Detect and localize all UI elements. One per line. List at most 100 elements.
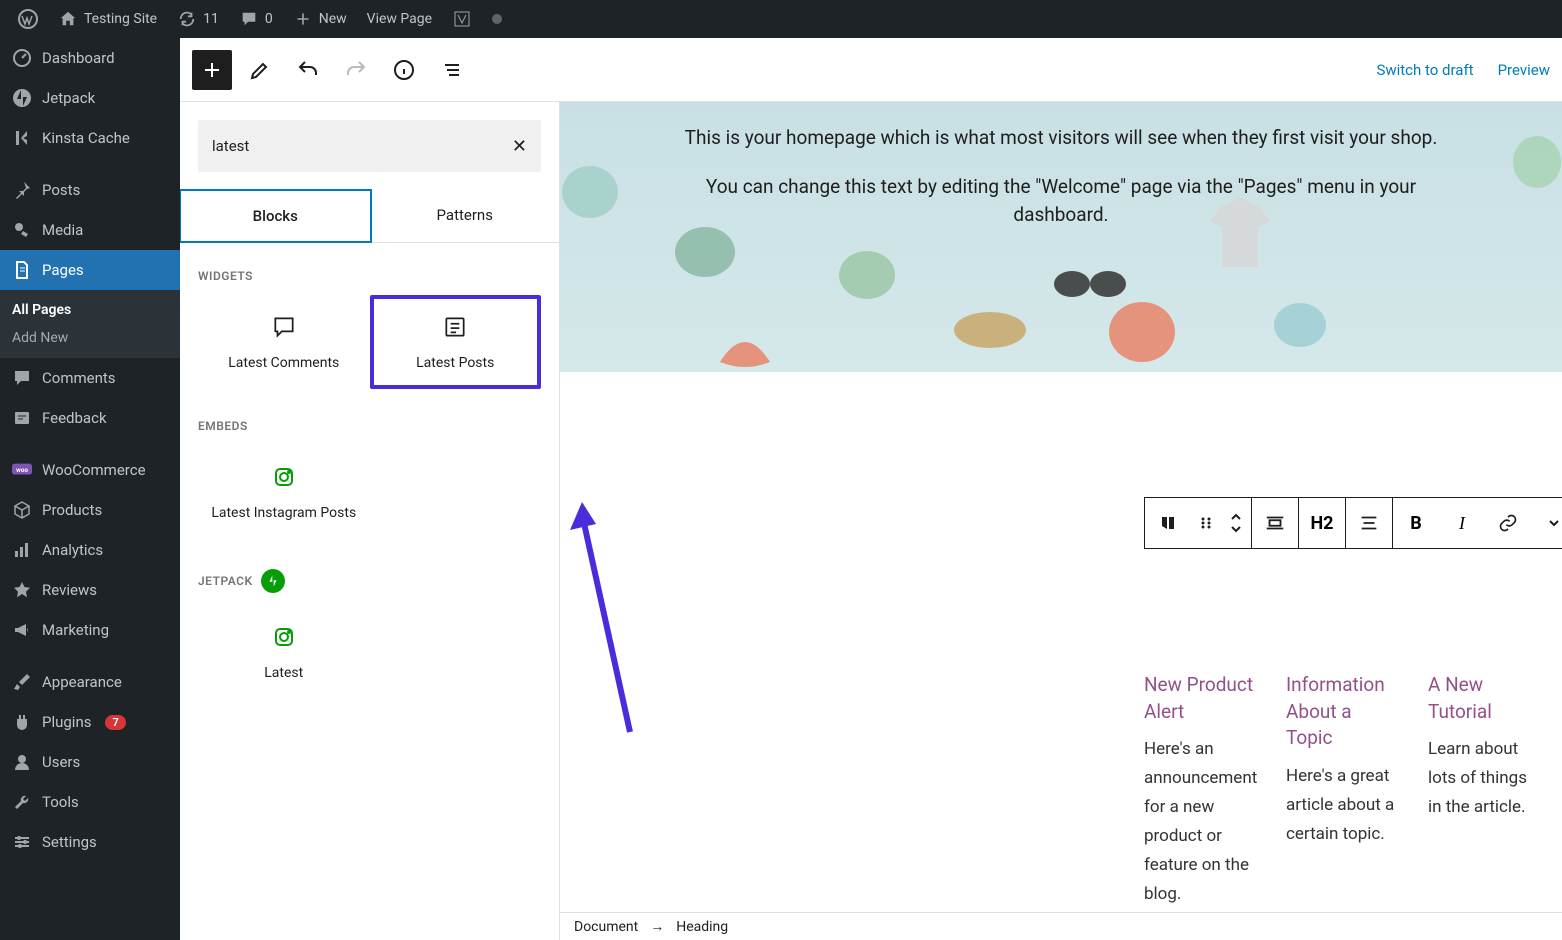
- editor-canvas[interactable]: This is your homepage which is what most…: [560, 102, 1562, 940]
- tab-patterns[interactable]: Patterns: [371, 190, 560, 242]
- category-embeds: EMBEDS: [198, 419, 541, 433]
- tab-blocks[interactable]: Blocks: [180, 189, 372, 243]
- hero-section: This is your homepage which is what most…: [560, 102, 1562, 372]
- align-button[interactable]: [1252, 498, 1298, 548]
- editor-toolbar: Switch to draft Preview: [180, 38, 1562, 102]
- plugin-icon: [12, 712, 32, 732]
- more-rich-button[interactable]: [1531, 498, 1562, 548]
- sidebar-item-pages[interactable]: Pages: [0, 250, 180, 290]
- kinsta-icon: [12, 128, 32, 148]
- yoast-icon[interactable]: [442, 0, 482, 38]
- posts-list-icon: [441, 313, 469, 341]
- block-breadcrumb: Document → Heading: [560, 912, 1562, 940]
- block-toolbar: H2 B I: [1144, 497, 1562, 549]
- link-button[interactable]: [1485, 498, 1531, 548]
- undo-button[interactable]: [288, 50, 328, 90]
- comment-count: 0: [265, 11, 273, 27]
- sidebar-item-kinsta[interactable]: Kinsta Cache: [0, 118, 180, 158]
- bold-button[interactable]: B: [1393, 498, 1439, 548]
- submenu-all-pages[interactable]: All Pages: [0, 296, 180, 324]
- submenu-add-new[interactable]: Add New: [0, 324, 180, 352]
- comment-icon: [239, 9, 259, 29]
- block-jetpack-latest[interactable]: Latest: [198, 605, 370, 699]
- block-inserter-panel: ✕ Blocks Patterns WIDGETS Latest Comment…: [180, 102, 560, 940]
- block-latest-posts[interactable]: Latest Posts: [370, 295, 542, 389]
- status-dot[interactable]: [482, 0, 512, 38]
- block-latest-comments[interactable]: Latest Comments: [198, 295, 370, 389]
- dashboard-icon: [12, 48, 32, 68]
- home-icon: [58, 9, 78, 29]
- sidebar-item-marketing[interactable]: Marketing: [0, 610, 180, 650]
- heading-level-button[interactable]: H2: [1299, 498, 1345, 548]
- deco-hoodie3-icon: [1105, 297, 1180, 367]
- products-icon: [12, 500, 32, 520]
- sidebar-item-posts[interactable]: Posts: [0, 170, 180, 210]
- site-name-link[interactable]: Testing Site: [48, 0, 167, 38]
- italic-button[interactable]: I: [1439, 498, 1485, 548]
- updates-link[interactable]: 11: [167, 0, 229, 38]
- jetpack-badge-icon: [261, 569, 285, 593]
- breadcrumb-sep: →: [650, 918, 664, 935]
- sidebar-item-jetpack[interactable]: Jetpack: [0, 78, 180, 118]
- instagram-icon: [270, 463, 298, 491]
- sidebar-item-woocommerce[interactable]: wooWooCommerce: [0, 450, 180, 490]
- sidebar-item-feedback[interactable]: Feedback: [0, 398, 180, 438]
- sidebar-item-appearance[interactable]: Appearance: [0, 662, 180, 702]
- admin-bar: Testing Site 11 0 New View Page: [0, 0, 1562, 38]
- preview-link[interactable]: Preview: [1498, 61, 1550, 79]
- plus-icon: [293, 9, 313, 29]
- wp-logo[interactable]: [8, 0, 48, 38]
- post-item[interactable]: A New TutorialLearn about lots of things…: [1428, 672, 1542, 909]
- status-circle-icon: [492, 14, 502, 24]
- admin-sidebar: Dashboard Jetpack Kinsta Cache Posts Med…: [0, 38, 180, 940]
- star-icon: [12, 580, 32, 600]
- new-link[interactable]: New: [283, 0, 357, 38]
- sidebar-item-plugins[interactable]: Plugins7: [0, 702, 180, 742]
- deco-shirt2-icon: [1270, 297, 1330, 352]
- list-view-button[interactable]: [432, 50, 472, 90]
- sidebar-item-settings[interactable]: Settings: [0, 822, 180, 862]
- sidebar-item-products[interactable]: Products: [0, 490, 180, 530]
- deco-hoodie4-icon: [1512, 132, 1562, 192]
- deco-belt-icon: [950, 302, 1030, 357]
- move-updown[interactable]: [1221, 498, 1251, 548]
- block-type-button[interactable]: [1145, 498, 1191, 548]
- block-search-input[interactable]: [212, 137, 512, 155]
- deco-beanie-icon: [710, 317, 780, 372]
- inserter-toggle-button[interactable]: [192, 50, 232, 90]
- post-item[interactable]: Information About a TopicHere's a great …: [1286, 672, 1400, 909]
- instagram-icon: [270, 623, 298, 651]
- plugin-update-badge: 7: [105, 715, 125, 730]
- sidebar-item-dashboard[interactable]: Dashboard: [0, 38, 180, 78]
- user-icon: [12, 752, 32, 772]
- redo-button[interactable]: [336, 50, 376, 90]
- clear-search-button[interactable]: ✕: [512, 136, 527, 157]
- category-widgets: WIDGETS: [198, 269, 541, 283]
- breadcrumb-document[interactable]: Document: [574, 919, 638, 935]
- hero-line1: This is your homepage which is what most…: [685, 124, 1438, 153]
- sidebar-item-tools[interactable]: Tools: [0, 782, 180, 822]
- edit-mode-button[interactable]: [240, 50, 280, 90]
- site-title: Testing Site: [84, 11, 157, 27]
- details-button[interactable]: [384, 50, 424, 90]
- update-icon: [177, 9, 197, 29]
- sidebar-item-reviews[interactable]: Reviews: [0, 570, 180, 610]
- drag-handle[interactable]: [1191, 498, 1221, 548]
- post-item[interactable]: New Product AlertHere's an announcement …: [1144, 672, 1258, 909]
- breadcrumb-heading[interactable]: Heading: [676, 919, 728, 935]
- block-search-box: ✕: [198, 120, 541, 172]
- hero-line2: You can change this text by editing the …: [671, 173, 1451, 230]
- sidebar-item-users[interactable]: Users: [0, 742, 180, 782]
- deco-hoodie-icon: [560, 162, 620, 222]
- text-align-button[interactable]: [1346, 498, 1392, 548]
- category-jetpack: JETPACK: [198, 569, 541, 593]
- block-latest-instagram[interactable]: Latest Instagram Posts: [198, 445, 370, 539]
- svg-text:woo: woo: [16, 466, 28, 474]
- sidebar-item-media[interactable]: Media: [0, 210, 180, 250]
- sidebar-item-comments[interactable]: Comments: [0, 358, 180, 398]
- media-icon: [12, 220, 32, 240]
- comments-link[interactable]: 0: [229, 0, 283, 38]
- sidebar-item-analytics[interactable]: Analytics: [0, 530, 180, 570]
- switch-to-draft-link[interactable]: Switch to draft: [1376, 61, 1473, 79]
- view-page-link[interactable]: View Page: [357, 0, 442, 38]
